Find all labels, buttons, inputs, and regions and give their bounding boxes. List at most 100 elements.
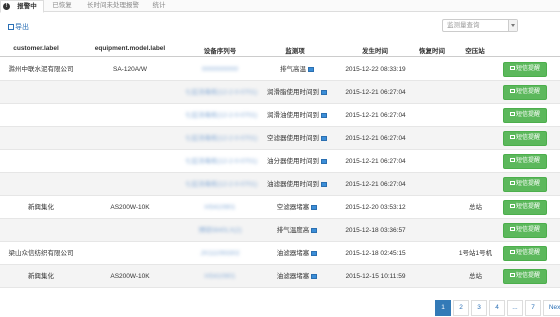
tab-label: 长时间未处理报警 [87,2,139,9]
sms-reminder-label: 短信提醒 [515,181,540,187]
tab-alarming[interactable]: ! 报警中 [0,0,44,13]
monitor-item-cell: 油滤器使用时间到 [262,173,332,196]
model-cell [82,150,178,173]
sms-reminder-button[interactable]: 短信提醒 [503,154,547,169]
sms-reminder-button[interactable]: 短信提醒 [503,131,547,146]
station-cell [448,219,503,242]
station-cell [448,173,503,196]
sms-reminder-button[interactable]: 短信提醒 [503,177,547,192]
sms-reminder-button[interactable]: 短信提醒 [503,85,547,100]
image-icon[interactable] [311,274,318,279]
sms-reminder-button[interactable]: 短信提醒 [503,108,547,123]
recover-time-cell [412,219,452,242]
pagination-page[interactable]: 2 [453,300,469,316]
sms-reminder-label: 短信提醒 [515,204,540,210]
sms-reminder-button[interactable]: 短信提醒 [503,62,547,77]
tab-bar: ! 报警中 已恢复 长时间未处理报警 统计 [0,0,560,13]
monitor-item-cell: 润滑脂使用时间到 [262,81,332,104]
pagination-page[interactable]: 7 [525,300,541,316]
serial-cell[interactable]: 七层消毒柜(12-2-0-0701) [185,173,258,196]
export-label: 导出 [15,24,29,31]
sms-reminder-label: 短信提醒 [515,227,540,233]
serial-cell[interactable]: HS410901 [185,265,255,288]
image-icon[interactable] [321,182,327,187]
serial-cell[interactable]: 七层消毒柜(12-2-0-0701) [185,150,257,173]
serial-cell[interactable]: 博硕5840LX(2) [185,219,255,242]
monitor-item-cell-text: 润滑油使用时间到 [267,112,319,119]
envelope-icon [509,204,515,208]
envelope-icon [509,250,515,254]
image-icon[interactable] [321,159,327,164]
time-cell-text: 2015-12-20 03:53:12 [345,204,406,211]
column-header-customer: customer.label [13,45,59,52]
image-icon[interactable] [321,90,327,95]
customer-cell-text: 新興集化 [28,204,54,211]
pagination-page[interactable]: 1 [435,300,451,316]
model-cell [82,104,178,127]
station-cell: 总站 [448,196,503,219]
sms-reminder-button[interactable]: 短信提醒 [503,269,547,284]
image-icon[interactable] [321,113,327,118]
export-link[interactable]: 导出 [8,22,29,32]
filter-select[interactable]: 监测量查询 [442,19,518,32]
sms-reminder-button[interactable]: 短信提醒 [503,223,547,238]
image-icon[interactable] [311,228,318,233]
station-cell [448,104,503,127]
envelope-icon [509,227,515,231]
tab-recovered[interactable]: 已恢复 [44,0,80,12]
customer-cell [0,104,82,127]
serial-cell[interactable]: HS410901 [185,196,255,219]
column-header-serial: 设备序列号 [203,48,237,55]
serial-cell[interactable]: 七层消毒柜(12-2-0-0701) [185,104,258,127]
monitor-item-cell: 排气高温 [262,58,332,81]
model-cell-text: SA-120A/W [113,66,147,73]
monitor-item-cell-text: 油分器使用时间到 [267,158,319,165]
monitor-item-cell: 空滤器使用时间到 [262,127,332,150]
monitor-item-cell: 润滑油使用时间到 [262,104,332,127]
envelope-icon [509,89,515,93]
serial-cell-text: 七层消毒柜(12-2-0-0701) [185,112,258,119]
pagination-next[interactable]: Next [543,300,560,316]
model-cell: SA-120A/W [82,58,178,81]
pagination-page[interactable]: 4 [489,300,505,316]
monitor-item-cell-text: 润滑脂使用时间到 [267,89,319,96]
image-icon[interactable] [321,136,327,141]
model-cell: AS200W-10K [82,196,178,219]
pagination-page[interactable]: ... [507,300,523,316]
serial-cell[interactable]: 七层消毒柜(12-2-0-0701) [185,81,257,104]
serial-cell-text: JX111093302 [200,250,240,257]
envelope-icon [509,112,515,116]
tab-statistics[interactable]: 统计 [146,0,172,12]
table-row: 七层消毒柜(12-2-0-0701) 润滑油使用时间到 2015-12-21 06:… [0,104,560,127]
envelope-icon [509,158,515,162]
serial-cell-text: HS410901 [204,273,236,280]
station-cell-text: 1号站1号机 [458,250,493,257]
customer-cell-text: 梁山众信纺织有限公司 [8,250,74,257]
image-icon[interactable] [311,251,318,256]
time-cell-text: 2015-12-21 06:27:04 [345,135,406,142]
customer-cell: 新興集化 [0,265,82,288]
customer-cell-text: 新興集化 [28,273,54,280]
recover-time-cell [412,127,452,150]
image-icon[interactable] [311,205,318,210]
sms-reminder-button[interactable]: 短信提醒 [503,246,547,261]
alarm-icon: ! [3,3,10,10]
column-header-item: 监测项 [285,48,305,55]
sms-reminder-label: 短信提醒 [515,66,540,72]
column-header-station: 空压站 [465,48,485,55]
pagination-page[interactable]: 3 [471,300,487,316]
serial-cell-text: 七层消毒柜(12-2-0-0701) [185,135,258,142]
envelope-icon [509,66,515,70]
sms-reminder-button[interactable]: 短信提醒 [503,200,547,215]
serial-cell[interactable]: JX111093302 [185,242,255,265]
serial-cell[interactable]: 七层消毒柜(12-2-0-0701) [185,127,258,150]
serial-cell[interactable]: 0000000000 [185,58,255,81]
station-cell [448,81,503,104]
customer-cell [0,150,82,173]
image-icon[interactable] [308,67,314,72]
serial-cell-text: 七层消毒柜(12-2-0-0701) [185,181,258,188]
monitor-item-cell-text: 油滤器堵塞 [276,250,310,257]
time-cell-text: 2015-12-18 02:45:15 [345,250,406,257]
time-cell: 2015-12-18 02:45:15 [338,242,413,265]
tab-long-unhandled[interactable]: 长时间未处理报警 [80,0,146,12]
